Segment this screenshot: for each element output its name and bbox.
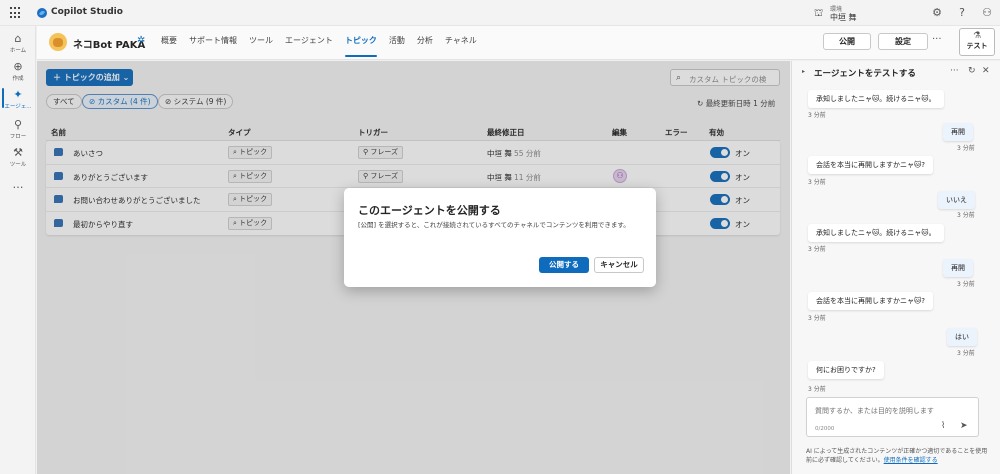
app-launcher-icon[interactable] <box>10 7 22 19</box>
agent-status-icon[interactable]: ✲ <box>137 35 145 46</box>
nav-home[interactable]: ⌂ ホーム <box>0 32 36 54</box>
message-timestamp: 3 分前 <box>808 315 826 322</box>
more-icon: … <box>12 178 24 191</box>
agents-icon: ✦ <box>13 88 23 101</box>
tab-channels[interactable]: チャネル <box>439 26 483 60</box>
test-agent-panel: ▸ エージェントをテストする ··· ↻ ✕ 承知しましたニャ🐱。続けるニャ🐱。… <box>791 61 1000 474</box>
settings-gear-icon[interactable]: ⚙ <box>930 6 944 19</box>
top-bar: Copilot Studio ⛫ 環境 中垣 舞 ⚙ ? ⚇ <box>0 0 1000 26</box>
terms-link[interactable]: 使用条件を確認する <box>884 457 938 464</box>
chat-message-bot: 何にお困りですか? <box>808 361 884 379</box>
flows-icon: ⚲ <box>13 118 23 131</box>
chat-input[interactable]: 質問するか、または目的を説明します 0/2000 ⌇ ➤ <box>806 397 979 437</box>
chat-message-user: 再開 <box>943 259 973 277</box>
chat-message-user: はい <box>947 328 977 346</box>
copilot-studio-logo-icon <box>37 8 47 18</box>
publish-button[interactable]: 公開 <box>823 33 871 50</box>
confirm-publish-button[interactable]: 公開する <box>539 257 589 273</box>
agent-avatar <box>49 33 67 51</box>
message-timestamp: 3 分前 <box>957 350 975 357</box>
help-icon[interactable]: ? <box>955 6 969 19</box>
chat-message-bot: 承知しましたニャ🐱。続けるニャ🐱。 <box>808 224 944 242</box>
ai-disclaimer: AI によって生成されたコンテンツが正確かつ適切であることを使用前に必ず確認して… <box>806 448 988 464</box>
nav-agents[interactable]: ✦ エージェ... <box>0 88 36 110</box>
test-icon: ⚗ <box>972 31 982 41</box>
tab-tools[interactable]: ツール <box>243 26 279 60</box>
dialog-body: [公開] を選択すると、これが接続されているすべてのチャネルでコンテンツを利用で… <box>358 221 630 229</box>
char-count: 0/2000 <box>815 426 835 432</box>
cancel-button[interactable]: キャンセル <box>594 257 644 273</box>
tab-activity[interactable]: 活動 <box>383 26 411 60</box>
dialog-title: このエージェントを公開する <box>358 204 501 217</box>
environment-user[interactable]: 中垣 舞 <box>830 12 857 23</box>
panel-more-icon[interactable]: ··· <box>950 66 959 76</box>
settings-button[interactable]: 設定 <box>878 33 928 50</box>
agent-header: ネコBot PAKA ✲ 概要 サポート情報 ツール エージェント トピック 活… <box>37 26 1000 60</box>
agent-tabs: 概要 サポート情報 ツール エージェント トピック 活動 分析 チャネル <box>155 26 483 60</box>
tab-knowledge[interactable]: サポート情報 <box>183 26 243 60</box>
agent-name: ネコBot PAKA <box>73 40 146 51</box>
chat-message-bot: 承知しましたニャ🐱。続けるニャ🐱。 <box>808 90 944 108</box>
tab-overview[interactable]: 概要 <box>155 26 183 60</box>
refresh-icon[interactable]: ↻ <box>968 66 976 76</box>
message-timestamp: 3 分前 <box>808 179 826 186</box>
account-icon[interactable]: ⚇ <box>980 6 994 19</box>
panel-title: エージェントをテストする <box>814 69 916 79</box>
tab-agents[interactable]: エージェント <box>279 26 339 60</box>
environment-icon[interactable]: ⛫ <box>814 8 823 21</box>
chat-message-user: いいえ <box>938 191 975 209</box>
create-icon: ⊕ <box>13 60 23 73</box>
collapse-caret-icon[interactable]: ▸ <box>802 68 805 75</box>
nav-flows[interactable]: ⚲ フロー <box>0 118 36 140</box>
brand-name: Copilot Studio <box>51 7 123 17</box>
message-timestamp: 3 分前 <box>957 145 975 152</box>
publish-dialog: このエージェントを公開する [公開] を選択すると、これが接続されているすべての… <box>344 188 656 287</box>
tools-icon: ⚒ <box>13 146 23 159</box>
message-timestamp: 3 分前 <box>808 246 826 253</box>
tab-analytics[interactable]: 分析 <box>411 26 439 60</box>
test-button[interactable]: ⚗ テスト <box>959 28 995 56</box>
chat-message-bot: 会話を本当に再開しますかニャ🐱? <box>808 156 934 174</box>
left-navigation: ⌂ ホーム ⊕ 作成 ✦ エージェ... ⚲ フロー ⚒ ツール … <box>0 26 36 474</box>
message-timestamp: 3 分前 <box>957 281 975 288</box>
nav-tools[interactable]: ⚒ ツール <box>0 146 36 168</box>
message-timestamp: 3 分前 <box>808 386 826 393</box>
tab-topics[interactable]: トピック <box>339 26 383 60</box>
chat-message-bot: 会話を本当に再開しますかニャ🐱? <box>808 292 934 310</box>
close-icon[interactable]: ✕ <box>982 66 990 76</box>
message-timestamp: 3 分前 <box>808 112 826 119</box>
chat-message-user: 再開 <box>943 123 973 141</box>
send-icon[interactable]: ➤ <box>960 421 968 431</box>
more-options-icon[interactable]: ··· <box>932 34 942 45</box>
nav-create[interactable]: ⊕ 作成 <box>0 60 36 82</box>
home-icon: ⌂ <box>14 32 22 45</box>
nav-more[interactable]: … <box>0 178 36 191</box>
attach-icon[interactable]: ⌇ <box>941 421 945 431</box>
message-timestamp: 3 分前 <box>957 212 975 219</box>
